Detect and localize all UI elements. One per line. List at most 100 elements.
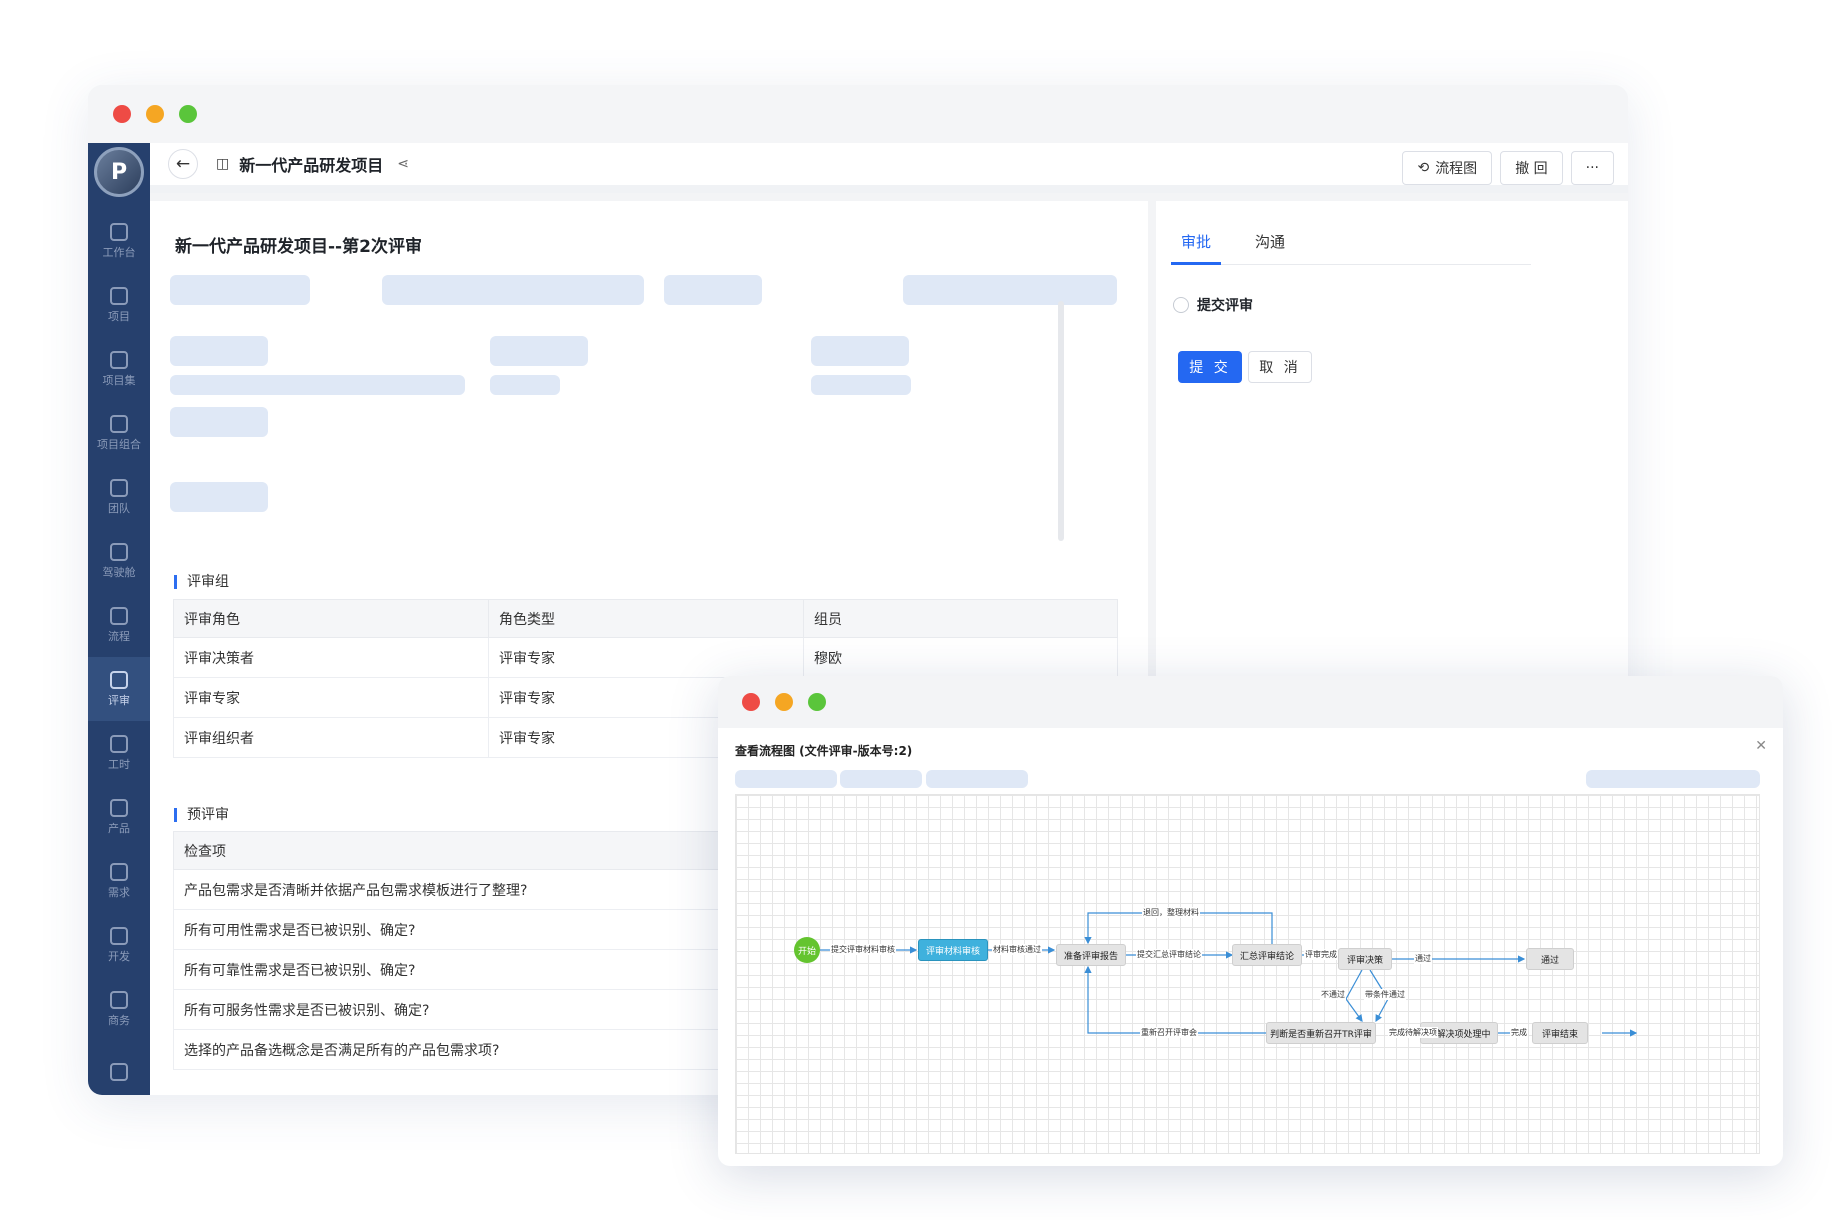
back-button[interactable]: ←: [168, 149, 198, 179]
flowchart-canvas[interactable]: 开始 评审材料审核 准备评审报告 汇总评审结论 评审决策 通过 判断是否重新召开…: [735, 794, 1760, 1154]
withdraw-button[interactable]: 撤 回: [1500, 151, 1563, 185]
tab-approve[interactable]: 审批: [1171, 231, 1221, 265]
skeleton-block: [926, 770, 1028, 788]
maximize-dot[interactable]: [808, 693, 826, 711]
clock-icon: [110, 734, 128, 753]
skeleton-block: [664, 275, 762, 305]
share-icon[interactable]: ⋖: [397, 156, 409, 172]
sidebar-item-3[interactable]: 项目集: [88, 337, 150, 401]
node-decision[interactable]: 评审决策: [1338, 948, 1392, 970]
node-reopen-judgement[interactable]: 判断是否重新召开TR评审: [1266, 1022, 1376, 1044]
sidebar-item-label: 产品: [108, 821, 130, 835]
node-start[interactable]: 开始: [794, 937, 820, 963]
edge-label: 材料审核通过: [992, 944, 1042, 955]
node-material-review[interactable]: 评审材料审核: [918, 939, 988, 961]
sidebar-item-9[interactable]: 工时: [88, 721, 150, 785]
requirement-icon: [110, 862, 128, 881]
sidebar-item-8[interactable]: 评审: [88, 657, 150, 721]
business-icon: [110, 990, 128, 1009]
table-cell: 评审决策者: [173, 637, 489, 678]
sidebar-item-label: 流程: [108, 629, 130, 643]
team-icon: [110, 478, 128, 497]
sidebar-item-2[interactable]: 项目: [88, 273, 150, 337]
app-logo[interactable]: P: [94, 147, 144, 197]
edge-label: 通过: [1414, 953, 1432, 964]
sidebar-item-label: 团队: [108, 501, 130, 515]
close-icon[interactable]: ✕: [1755, 738, 1767, 754]
node-summarize[interactable]: 汇总评审结论: [1232, 944, 1302, 966]
minimize-dot[interactable]: [146, 105, 164, 123]
table-row: 评审决策者 评审专家 穆欧: [173, 637, 1118, 678]
sidebar-item-label: 需求: [108, 885, 130, 899]
sidebar-item-5[interactable]: 团队: [88, 465, 150, 529]
sidebar-item-label: 工时: [108, 757, 130, 771]
radio-label: 提交评审: [1197, 298, 1253, 314]
node-pass[interactable]: 通过: [1526, 948, 1574, 970]
submit-button[interactable]: 提 交: [1178, 351, 1242, 383]
skeleton-block: [490, 336, 588, 366]
submit-review-option[interactable]: 提交评审: [1173, 295, 1253, 315]
radio-button[interactable]: [1173, 297, 1189, 313]
section-review-group: 评审组: [174, 575, 229, 589]
sidebar-item-label: 项目组合: [97, 437, 141, 451]
sidebar-item-11[interactable]: 需求: [88, 849, 150, 913]
sidebar-item-7[interactable]: 流程: [88, 593, 150, 657]
sidebar-item-label: 工作台: [102, 245, 136, 259]
gauge-icon: [110, 414, 128, 433]
alarm-icon: [110, 542, 128, 561]
hierarchy-icon: [110, 350, 128, 369]
project-icon: ◫: [216, 156, 230, 172]
table-cell: 评审专家: [173, 677, 489, 718]
sidebar-item-10[interactable]: 产品: [88, 785, 150, 849]
skeleton-block: [811, 375, 911, 395]
skeleton-block: [735, 770, 837, 788]
cancel-button[interactable]: 取 消: [1248, 351, 1312, 383]
flowchart-button[interactable]: ⟲ 流程图: [1402, 151, 1493, 185]
edge-label: 提交汇总评审结论: [1136, 949, 1202, 960]
edge-label: 重新召开评审会: [1140, 1027, 1198, 1038]
book-icon: [110, 1062, 128, 1081]
skeleton-block: [490, 375, 560, 395]
sidebar: P 工作台项目 项目集项目组合团队驾驶舱流程评审工时产品需求开发商务: [88, 143, 150, 1095]
minimize-dot[interactable]: [775, 693, 793, 711]
column-header: 评审角色: [173, 599, 489, 638]
sidebar-item-13[interactable]: 商务: [88, 977, 150, 1041]
column-header: 组员: [803, 599, 1118, 638]
review-icon: [110, 670, 128, 689]
scrollbar[interactable]: [1058, 301, 1064, 541]
sidebar-item-label: 评审: [108, 693, 130, 707]
review-title: 新一代产品研发项目--第2次评审: [175, 237, 422, 257]
sidebar-item-6[interactable]: 驾驶舱: [88, 529, 150, 593]
node-end[interactable]: 评审结束: [1532, 1022, 1588, 1044]
sidebar-item-4[interactable]: 项目组合: [88, 401, 150, 465]
maximize-dot[interactable]: [179, 105, 197, 123]
sidebar-item-label: 驾驶舱: [102, 565, 136, 579]
skeleton-block: [382, 275, 644, 305]
table-cell: 穆欧: [803, 637, 1118, 678]
flowchart-icon: ⟲: [1417, 160, 1430, 176]
section-pre-review: 预评审: [174, 808, 229, 822]
tab-communicate[interactable]: 沟通: [1255, 231, 1285, 265]
sidebar-item-1[interactable]: 工作台: [88, 209, 150, 273]
dialog-title: 查看流程图 (文件评审-版本号:2): [735, 744, 913, 758]
edge-label: 提交评审材料审核: [830, 944, 896, 955]
home-icon: [110, 222, 128, 241]
flowchart-button-label: 流程图: [1435, 161, 1478, 177]
column-header: 角色类型: [488, 599, 804, 638]
panel-tabs: 审批 沟通: [1171, 231, 1531, 265]
close-dot[interactable]: [742, 693, 760, 711]
kanban-icon: [110, 286, 128, 305]
skeleton-block: [170, 407, 268, 437]
sidebar-item-label: 商务: [108, 1013, 130, 1027]
project-title: 新一代产品研发项目: [239, 156, 384, 175]
skeleton-block: [170, 336, 268, 366]
close-dot[interactable]: [113, 105, 131, 123]
page-header: ← ◫ 新一代产品研发项目 ⋖ ⟲ 流程图 撤 回 ···: [150, 143, 1628, 193]
sidebar-item-label: 开发: [108, 949, 130, 963]
sidebar-item-12[interactable]: 开发: [88, 913, 150, 977]
more-button[interactable]: ···: [1570, 151, 1614, 185]
table-cell: 评审专家: [488, 637, 804, 678]
terminal-icon: [110, 926, 128, 945]
sidebar-item-14[interactable]: [88, 1041, 150, 1095]
node-prepare-report[interactable]: 准备评审报告: [1056, 944, 1126, 966]
